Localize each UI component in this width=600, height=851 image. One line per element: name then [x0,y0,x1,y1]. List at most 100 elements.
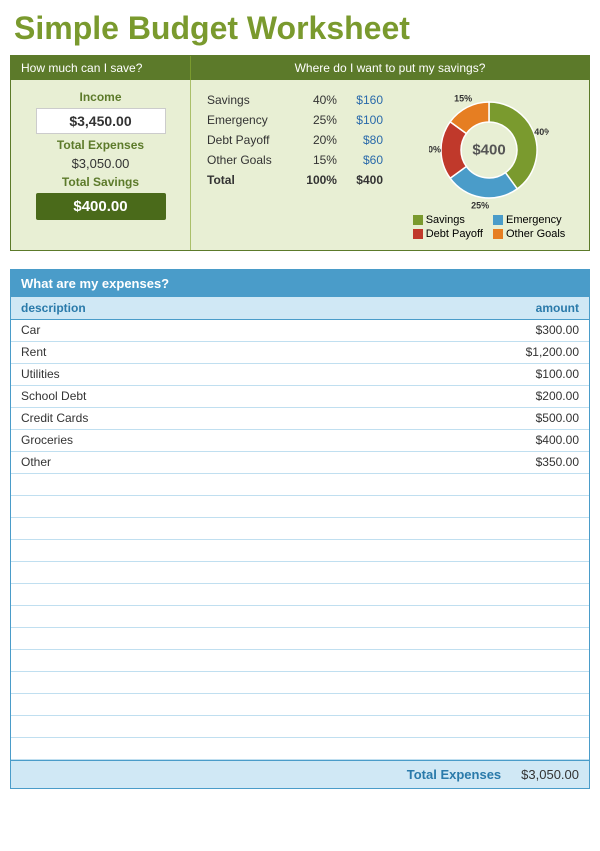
expense-description[interactable] [21,631,24,646]
expense-description[interactable] [21,521,24,536]
svg-text:25%: 25% [471,201,489,210]
table-row [11,606,589,628]
legend-color-box [413,229,423,239]
savings-row-pct: 25% [292,110,343,130]
savings-row-label: Total [201,170,292,190]
savings-row-amount: $80 [343,130,389,150]
table-row: Other $350.00 [11,452,589,474]
expense-amount[interactable]: $300.00 [536,323,579,338]
chart-area: 40%25%20%15% $400 SavingsEmergencyDebt P… [399,90,579,240]
top-section: How much can I save? Where do I want to … [10,55,590,251]
table-row [11,474,589,496]
expense-description[interactable] [21,565,24,580]
expense-description[interactable]: Credit Cards [21,411,88,426]
expense-amount[interactable] [576,697,579,712]
expense-description[interactable]: Car [21,323,40,338]
top-body: Income $3,450.00 Total Expenses $3,050.0… [11,80,589,250]
expense-amount[interactable]: $400.00 [536,433,579,448]
table-row [11,584,589,606]
donut-chart: 40%25%20%15% $400 [429,90,549,210]
expense-amount[interactable] [576,653,579,668]
table-row [11,716,589,738]
expense-amount[interactable]: $1,200.00 [526,345,579,360]
legend-item: Savings [413,214,485,226]
expense-amount[interactable] [576,675,579,690]
expense-description[interactable]: School Debt [21,389,86,404]
table-row [11,694,589,716]
legend-color-box [493,229,503,239]
table-row: Groceries $400.00 [11,430,589,452]
total-expenses-value: $3,050.00 [72,156,130,171]
table-row [11,518,589,540]
donut-center-label: $400 [472,142,505,159]
right-header: Where do I want to put my savings? [191,56,589,80]
expense-amount[interactable] [576,521,579,536]
svg-text:15%: 15% [454,94,472,104]
savings-row-pct: 15% [292,150,343,170]
expense-description[interactable]: Other [21,455,51,470]
page-title: Simple Budget Worksheet [10,10,590,47]
savings-row-label: Other Goals [201,150,292,170]
table-row: Utilities $100.00 [11,364,589,386]
legend-label: Savings [426,214,465,226]
expense-amount[interactable] [576,565,579,580]
expense-amount[interactable] [576,543,579,558]
savings-row-pct: 40% [292,90,343,110]
expense-description[interactable] [21,587,24,602]
expenses-col-header: description amount [11,297,589,320]
savings-row-amount: $160 [343,90,389,110]
expense-description[interactable] [21,719,24,734]
legend-item: Emergency [493,214,565,226]
table-row: Credit Cards $500.00 [11,408,589,430]
income-value[interactable]: $3,450.00 [36,108,166,134]
expense-description[interactable] [21,609,24,624]
legend-color-box [493,215,503,225]
legend: SavingsEmergencyDebt PayoffOther Goals [413,214,566,240]
expense-description[interactable] [21,741,24,756]
expense-amount[interactable]: $350.00 [536,455,579,470]
expense-description[interactable] [21,675,24,690]
table-row: School Debt $200.00 [11,386,589,408]
right-panel: Savings40%$160Emergency25%$100Debt Payof… [191,80,589,250]
expense-description[interactable]: Utilities [21,367,60,382]
expense-description[interactable] [21,697,24,712]
expense-description[interactable]: Groceries [21,433,73,448]
left-header: How much can I save? [11,56,191,80]
savings-row-label: Debt Payoff [201,130,292,150]
savings-row-pct: 100% [292,170,343,190]
legend-label: Debt Payoff [426,228,483,240]
expense-amount[interactable] [576,741,579,756]
total-expenses-label: Total Expenses [57,138,144,152]
svg-text:20%: 20% [429,144,441,154]
expense-amount[interactable] [576,631,579,646]
expense-amount[interactable] [576,587,579,602]
table-row [11,540,589,562]
legend-label: Emergency [506,214,562,226]
legend-color-box [413,215,423,225]
expense-description[interactable] [21,543,24,558]
expense-description[interactable] [21,477,24,492]
expense-amount[interactable]: $200.00 [536,389,579,404]
col-amount-header: amount [536,301,579,315]
expense-amount[interactable] [576,719,579,734]
expense-amount[interactable] [576,477,579,492]
expense-amount[interactable]: $100.00 [536,367,579,382]
table-row: Car $300.00 [11,320,589,342]
table-row [11,628,589,650]
table-row [11,738,589,760]
savings-table: Savings40%$160Emergency25%$100Debt Payof… [201,90,389,240]
col-description-header: description [21,301,86,315]
left-panel: Income $3,450.00 Total Expenses $3,050.0… [11,80,191,250]
expense-amount[interactable] [576,609,579,624]
expense-description[interactable] [21,499,24,514]
expense-amount[interactable]: $500.00 [536,411,579,426]
legend-item: Debt Payoff [413,228,485,240]
total-savings-label: Total Savings [62,175,139,189]
expense-description[interactable] [21,653,24,668]
savings-row-label: Emergency [201,110,292,130]
savings-row-amount: $400 [343,170,389,190]
table-row [11,650,589,672]
expense-amount[interactable] [576,499,579,514]
expense-description[interactable]: Rent [21,345,46,360]
expenses-footer-label: Total Expenses [407,767,501,782]
